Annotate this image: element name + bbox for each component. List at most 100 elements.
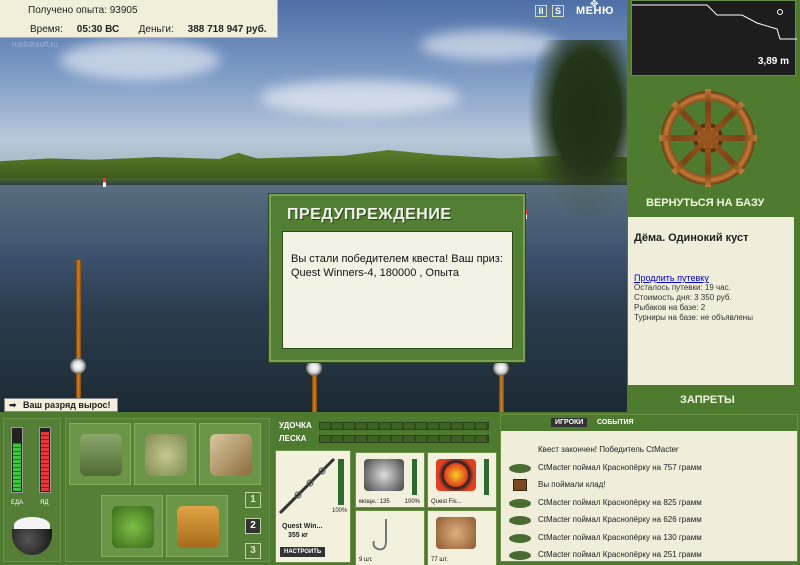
cooking-pot-icon[interactable] [8, 515, 56, 559]
event-text: CtMacter поймал Краснопёрку на 825 грамм [538, 498, 702, 507]
event-item: CtMacter поймал Краснопёрку на 251 грамм [505, 546, 795, 564]
inventory-page-2[interactable]: 2 [245, 518, 261, 534]
event-text: CtMacter поймал Краснопёрку на 130 грамм [538, 533, 702, 542]
poison-gauge-fill [41, 432, 49, 491]
event-item: CtMacter поймал Краснопёрку на 757 грамм [505, 459, 795, 477]
arrow-right-icon: ➡ [9, 400, 17, 410]
menu-button[interactable]: ✥ МЕНЮ [576, 0, 614, 17]
reel-icon [70, 358, 86, 374]
poison-gauge [39, 427, 51, 493]
game-window: Получено опыта: 93905 Время: 05:30 ВС Де… [0, 0, 800, 565]
rod-tension-bar [319, 422, 489, 430]
rod-name: Quest Win... [282, 523, 323, 530]
hooks-count: 9 шт. [359, 557, 373, 563]
food-gauge-fill [13, 443, 21, 491]
circle-icon [777, 9, 783, 15]
inventory-slot[interactable] [69, 423, 131, 485]
fishing-rod[interactable] [76, 260, 81, 412]
tackle-panel: УДОЧКА ЛЕСКА 100% Quest Win... 355 кг НА… [271, 412, 497, 565]
rod-label: УДОЧКА [279, 421, 312, 430]
bottom-panel: ЕДА ЯД 1 2 3 УДОЧКА ЛЕСКА 100% Quest Win… [0, 412, 800, 565]
hook-icon [372, 519, 387, 551]
event-item: Вы поймали клад! [505, 476, 795, 494]
chest-icon [513, 479, 527, 491]
bait-count: 77 шт. [431, 557, 448, 563]
player-info-panel: Получено опыта: 93905 Время: 05:30 ВС Де… [0, 0, 278, 38]
base-name: Дёма. Одинокий куст [634, 232, 749, 244]
inventory-slot[interactable] [134, 423, 196, 485]
dialog-title: ПРЕДУПРЕЖДЕНИЕ [287, 206, 452, 223]
renew-permit-link[interactable]: Продлить путевку [634, 273, 788, 283]
permit-time-left: Осталось путевки: 19 час. [634, 283, 731, 292]
warning-dialog[interactable]: ПРЕДУПРЕЖДЕНИЕ Вы стали победителем квес… [268, 193, 526, 363]
sound-button[interactable]: S [552, 5, 564, 17]
reel-power: мощн.: 135 [359, 499, 390, 505]
bans-button[interactable]: ЗАПРЕТЫ [680, 394, 735, 406]
event-text: Квест закончен! Победитель CtMacter [538, 445, 679, 454]
rod-condition-meter [338, 459, 344, 505]
fish-icon [509, 534, 531, 543]
time-money-row: Время: 05:30 ВС Деньги: 388 718 947 руб. [30, 24, 267, 35]
pause-button[interactable]: II [535, 5, 547, 17]
notebook-icon [210, 434, 252, 476]
fish-icon [509, 551, 531, 560]
event-text: CtMacter поймал Краснопёрку на 626 грамм [538, 515, 702, 524]
money-value: 388 718 947 руб. [187, 24, 267, 35]
tackle-bag-icon [80, 434, 122, 476]
food-label: ЕДА [11, 500, 24, 506]
ship-wheel-icon[interactable] [659, 89, 757, 187]
time-label: Время: [30, 24, 63, 35]
bait-icon [436, 517, 476, 549]
fish-icon [509, 464, 531, 473]
reel-icon [364, 459, 404, 491]
fishers-count: Рыбаков на базе: 2 [634, 303, 706, 312]
money-label: Деньги: [138, 24, 174, 35]
tune-button[interactable]: НАСТРОИТЬ [280, 547, 326, 557]
hook-slot[interactable]: 9 шт. [355, 510, 425, 565]
tournaments-status: Турниры на базе: не объявлены [634, 313, 753, 322]
inventory-slot[interactable] [166, 495, 228, 557]
pot-body [12, 529, 52, 555]
line-label: ЛЕСКА [279, 434, 307, 443]
rod-mass: 355 кг [288, 532, 309, 539]
reel-slot[interactable]: мощн.: 135 100% [355, 452, 425, 508]
bait-slot[interactable]: 77 шт. [427, 510, 497, 565]
inventory-slot[interactable] [199, 423, 261, 485]
event-text: Вы поймали клад! [538, 480, 606, 489]
tab-events[interactable]: СОБЫТИЯ [593, 418, 638, 427]
fish-icon [509, 516, 531, 525]
inventory-slot[interactable] [101, 495, 163, 557]
rod-condition: 100% [332, 508, 348, 514]
event-item: CtMacter поймал Краснопёрку на 626 грамм [505, 511, 795, 529]
return-to-base-button[interactable]: ВЕРНУТЬСЯ НА БАЗУ [646, 197, 764, 209]
depth-meter: 3,89 m [631, 0, 797, 76]
event-item: CtMacter поймал Краснопёрку на 825 грамм [505, 494, 795, 512]
poison-label: ЯД [40, 500, 49, 506]
line-name: Quest Fis... [431, 499, 462, 505]
inventory-page-1[interactable]: 1 [245, 492, 261, 508]
reel-condition-meter [412, 459, 417, 495]
events-tabs: ИГРОКИ СОБЫТИЯ [501, 415, 797, 431]
base-info-panel: Дёма. Одинокий куст Продлить путевку Ост… [628, 217, 794, 385]
rod-slot[interactable]: 100% Quest Win... 355 кг НАСТРОИТЬ [275, 450, 351, 563]
events-panel: ИГРОКИ СОБЫТИЯ Квест закончен! Победител… [500, 414, 798, 562]
rank-up-text: Ваш разряд вырос! [23, 400, 111, 410]
dialog-message: Вы стали победителем квеста! Ваш приз: Q… [282, 231, 513, 349]
depth-line [632, 4, 797, 40]
rank-up-notification[interactable]: ➡ Ваш разряд вырос! [4, 398, 118, 412]
cloud [260, 80, 460, 115]
event-text: CtMacter поймал Краснопёрку на 251 грамм [538, 550, 702, 559]
tab-players[interactable]: ИГРОКИ [551, 418, 588, 427]
inventory-page-3[interactable]: 3 [245, 543, 261, 559]
event-text: CtMacter поймал Краснопёрку на 757 грамм [538, 463, 702, 472]
line-tension-bar [319, 435, 489, 443]
event-item: CtMacter поймал Краснопёрку на 130 грамм [505, 529, 795, 547]
line-slot[interactable]: Quest Fis... [427, 452, 497, 508]
day-cost: Стоимость дня: 3 350 руб. [634, 293, 732, 302]
cloud [60, 40, 220, 80]
food-gauge [11, 427, 23, 493]
vegetable-basket-icon [112, 506, 154, 548]
sack-icon [145, 434, 187, 476]
return-to-base-area[interactable]: ВЕРНУТЬСЯ НА БАЗУ [631, 83, 796, 213]
inventory-panel [65, 418, 270, 562]
